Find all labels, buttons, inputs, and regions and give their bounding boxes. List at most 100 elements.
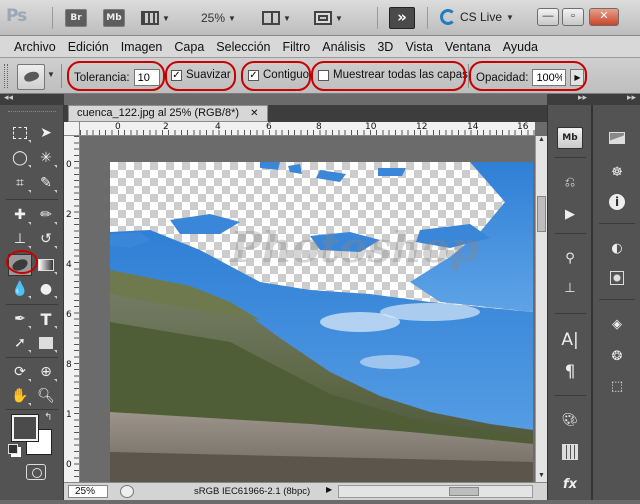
- default-colors-icon[interactable]: [8, 444, 18, 454]
- canvas-area[interactable]: Photoshop: [80, 136, 535, 482]
- 3d-rotate-tool[interactable]: ⟳: [8, 361, 32, 383]
- arrange-documents-button[interactable]: ▼: [262, 8, 291, 28]
- cs-live-label: CS Live: [460, 10, 503, 24]
- scroll-down-arrow[interactable]: ▼: [536, 472, 547, 482]
- brush-tool[interactable]: ✏: [34, 204, 58, 226]
- tool-presets-panel-button[interactable]: 🎨︎: [557, 409, 583, 431]
- cs-live-button[interactable]: CS Live ▼: [440, 9, 514, 25]
- arrow-icon: ➚: [14, 335, 26, 351]
- brush-presets-icon: ⚲: [565, 250, 575, 266]
- shape-tool[interactable]: [34, 332, 58, 354]
- magic-wand-tool[interactable]: ✳: [34, 147, 58, 169]
- brush-presets-panel-button[interactable]: ⚲: [557, 247, 583, 269]
- status-menu-arrow[interactable]: ▶: [326, 485, 332, 494]
- menu-seleccion[interactable]: Selección: [210, 40, 276, 54]
- masks-panel-button[interactable]: [604, 267, 630, 289]
- menu-bar: Archivo Edición Imagen Capa Selección Fi…: [0, 36, 640, 58]
- menu-archivo[interactable]: Archivo: [8, 40, 62, 54]
- healing-brush-tool[interactable]: ✚: [8, 204, 32, 226]
- zoom-field[interactable]: 25%: [68, 485, 108, 498]
- actions-panel-button[interactable]: ▶: [557, 203, 583, 225]
- quick-mask-button[interactable]: [26, 464, 46, 480]
- options-bar-grip[interactable]: [4, 64, 8, 88]
- screen-mode-button[interactable]: ▼: [314, 8, 343, 28]
- blur-tool[interactable]: 💧: [8, 278, 32, 300]
- horizontal-scrollbar[interactable]: [338, 485, 533, 498]
- close-tab-icon[interactable]: ✕: [250, 108, 258, 119]
- tool-preset-picker[interactable]: [17, 64, 45, 90]
- scroll-up-arrow[interactable]: ▲: [536, 136, 547, 146]
- menu-analisis[interactable]: Análisis: [316, 40, 371, 54]
- foreground-color-swatch[interactable]: [11, 414, 39, 442]
- eyedropper-tool[interactable]: ✎: [34, 172, 58, 194]
- character-panel-button[interactable]: A|: [557, 329, 583, 351]
- type-tool[interactable]: T: [34, 308, 58, 330]
- paragraph-panel-button[interactable]: ¶: [557, 361, 583, 383]
- mini-bridge-panel-button[interactable]: Mb: [557, 127, 583, 149]
- collapse-icon[interactable]: ◂◂: [4, 92, 13, 103]
- workspace-extend-button[interactable]: »: [389, 7, 415, 29]
- document-tab[interactable]: cuenca_122.jpg al 25% (RGB/8*) ✕: [68, 105, 268, 122]
- horizontal-ruler[interactable]: 0 2 4 6 8 10 12 14 16: [80, 122, 535, 136]
- styles-panel-button[interactable]: fx: [557, 473, 583, 495]
- expand-icon[interactable]: ▸▸: [578, 92, 587, 103]
- menu-ayuda[interactable]: Ayuda: [497, 40, 544, 54]
- history-panel-button[interactable]: ⎌: [557, 171, 583, 193]
- menu-imagen[interactable]: Imagen: [115, 40, 169, 54]
- lasso-tool[interactable]: ◯: [8, 147, 32, 169]
- vertical-scrollbar[interactable]: ▲ ▼: [535, 136, 547, 482]
- zoom-tool[interactable]: 🔍︎: [34, 385, 58, 407]
- scrollbar-thumb[interactable]: [449, 487, 479, 496]
- image-canvas[interactable]: Photoshop: [110, 162, 533, 482]
- gradient-tool[interactable]: [34, 254, 58, 276]
- bridge-button[interactable]: Br: [65, 9, 87, 27]
- paths-panel-button[interactable]: ⬚: [604, 375, 630, 397]
- history-brush-tool[interactable]: ↺: [34, 228, 58, 250]
- path-selection-tool[interactable]: ➚: [8, 332, 32, 354]
- pen-tool[interactable]: ✒: [8, 308, 32, 330]
- dodge-tool[interactable]: ●: [34, 278, 58, 300]
- vertical-ruler[interactable]: 0 2 4 6 8 1 0: [64, 136, 80, 482]
- hand-tool[interactable]: ✋: [8, 385, 32, 407]
- histogram-panel-button[interactable]: ☸: [604, 161, 630, 183]
- menu-edicion[interactable]: Edición: [62, 40, 115, 54]
- navigator-panel-button[interactable]: [604, 127, 630, 149]
- menu-3d[interactable]: 3D: [371, 40, 399, 54]
- chevron-down-icon: ▼: [335, 13, 343, 23]
- expand-icon[interactable]: ▸▸: [627, 92, 636, 103]
- dock1-header[interactable]: ▸▸: [547, 92, 591, 105]
- ruler-origin[interactable]: [64, 122, 80, 136]
- crop-tool[interactable]: ⌗: [8, 172, 32, 194]
- menu-capa[interactable]: Capa: [168, 40, 210, 54]
- 3d-orbit-tool[interactable]: ⊕: [34, 361, 58, 383]
- chevron-down-icon[interactable]: ▼: [47, 70, 55, 79]
- clone-stamp-tool[interactable]: ⊥: [8, 228, 32, 250]
- zoom-level-dropdown[interactable]: 25% ▼: [201, 8, 236, 28]
- swap-colors-icon[interactable]: ↰: [44, 412, 52, 423]
- clone-source-panel-button[interactable]: ⊥: [557, 277, 583, 299]
- dock2-header[interactable]: ▸▸: [591, 92, 640, 105]
- restore-button[interactable]: ▫: [562, 8, 584, 26]
- menu-ventana[interactable]: Ventana: [439, 40, 497, 54]
- eyedropper-icon: ✎: [40, 175, 52, 191]
- toolbox-header[interactable]: ◂◂: [0, 92, 64, 105]
- ruler-number: 6: [66, 310, 72, 320]
- adjustments-panel-button[interactable]: ◐: [604, 237, 630, 259]
- close-button[interactable]: ✕: [589, 8, 619, 26]
- marquee-tool[interactable]: [8, 122, 32, 144]
- document-window: cuenca_122.jpg al 25% (RGB/8*) ✕ 0 2 4 6…: [64, 105, 547, 500]
- menu-filtro[interactable]: Filtro: [276, 40, 316, 54]
- swatches-panel-button[interactable]: [557, 441, 583, 463]
- menu-vista[interactable]: Vista: [399, 40, 439, 54]
- minimize-button[interactable]: —: [537, 8, 559, 26]
- status-info-icon[interactable]: [120, 485, 134, 498]
- scrollbar-thumb[interactable]: [537, 196, 546, 232]
- view-extras-button[interactable]: ▼: [141, 8, 170, 28]
- move-tool[interactable]: ➤: [34, 122, 58, 144]
- highlight-oval: [6, 250, 38, 274]
- info-panel-button[interactable]: i: [604, 191, 630, 213]
- toolbox-grip[interactable]: [8, 111, 56, 114]
- channels-panel-button[interactable]: ❂: [604, 345, 630, 367]
- layers-panel-button[interactable]: ◈: [604, 313, 630, 335]
- mini-bridge-button[interactable]: Mb: [103, 9, 125, 27]
